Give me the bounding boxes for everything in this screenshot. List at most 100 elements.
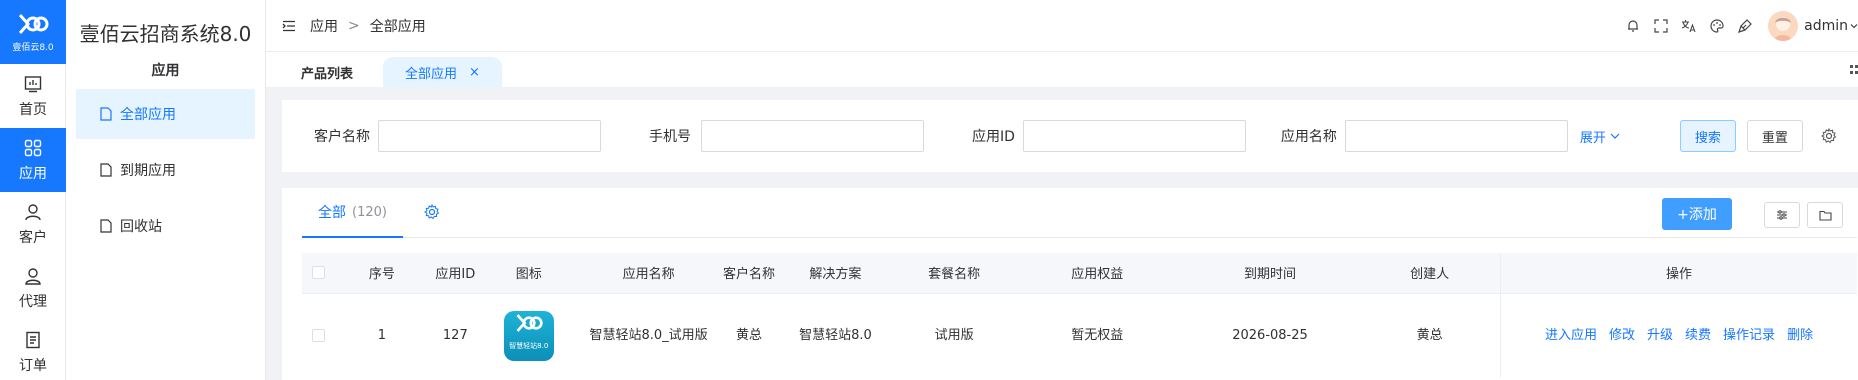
column-header-expire: 到期时间 [1180,253,1360,294]
rail-label: 订单 [19,357,47,374]
chevron-down-icon[interactable] [1850,19,1858,34]
reset-button[interactable]: 重置 [1746,120,1803,152]
document-icon [100,107,112,121]
apps-table-body: 序号 应用ID 图标 应用名称 客户名称 解决方案 套餐名称 应用权益 到期时间… [302,253,1857,378]
rail-label: 首页 [19,101,47,118]
row-checkbox[interactable] [312,329,326,343]
column-header-customer: 客户名称 [722,253,777,294]
document-icon [100,163,112,177]
menu-toggle-icon[interactable] [282,20,296,32]
submenu-item-label: 到期应用 [120,163,176,179]
column-header-solution: 解决方案 [776,253,895,294]
sliders-icon [1777,210,1787,220]
edit-link[interactable]: 修改 [1609,328,1635,343]
page-tabs: 产品列表 全部应用 × [266,52,1858,87]
phone-input[interactable] [701,120,924,152]
column-settings-button[interactable] [1764,202,1800,228]
rail-item-customers[interactable]: 客户 [0,192,66,256]
customer-name-input[interactable] [378,120,601,152]
column-header-rights: 应用权益 [1013,253,1181,294]
breadcrumb-separator: > [348,17,360,34]
app-id-input[interactable] [1022,120,1246,152]
select-all-checkbox[interactable] [312,266,326,280]
table-header-row: 序号 应用ID 图标 应用名称 客户名称 解决方案 套餐名称 应用权益 到期时间… [302,253,1857,294]
folder-icon [1818,210,1832,221]
expand-toggle[interactable]: 展开 [1580,127,1620,146]
submenu-item-recycle-bin[interactable]: 回收站 [76,201,255,251]
list-tab-count: (120) [352,204,387,220]
add-button[interactable]: +添加 [1662,198,1732,230]
system-title: 壹佰云招商系统8.0 [79,21,252,46]
column-header-package: 套餐名称 [894,253,1014,294]
submenu-item-label: 全部应用 [120,107,176,123]
bell-icon[interactable] [1620,13,1646,39]
translate-icon[interactable] [1676,13,1702,39]
rail-item-agents[interactable]: 代理 [0,256,66,320]
cell-app-id: 127 [442,328,468,344]
submenu-item-all-apps[interactable]: 全部应用 [76,89,255,139]
enter-app-link[interactable]: 进入应用 [1545,328,1597,343]
settings-gear-icon[interactable] [1820,128,1837,144]
avatar[interactable] [1768,11,1799,41]
logo-icon [15,12,51,36]
rail-item-orders[interactable]: 订单 [0,320,66,380]
field-label-customer-name: 客户名称 [314,129,370,145]
list-panel: 全部 (120) +添加 序号 应用ID 图标 应用名称 客户名称 解决方案 套… [282,188,1858,380]
app-name-input[interactable] [1344,120,1568,152]
logo[interactable]: 壹佰云8.0 [0,0,66,64]
rail-label: 应用 [19,165,47,182]
more-dots-icon[interactable] [1850,64,1858,76]
column-header-actions: 操作 [1500,253,1857,294]
list-tabs: 全部 (120) +添加 [302,188,1857,238]
cell-app-name: 智慧轻站8.0_试用版 [589,328,708,344]
cell-expire: 2026-08-25 [1232,328,1308,344]
close-icon[interactable]: × [469,65,480,80]
field-label-app-name: 应用名称 [1280,129,1337,145]
list-tab-label: 全部 [318,205,346,221]
column-header-creator: 创建人 [1359,253,1501,294]
tab-settings-gear-icon[interactable] [424,203,440,224]
app-icon-image: 智慧轻站8.0 [503,310,554,361]
column-header-index: 序号 [335,253,429,294]
fullscreen-icon[interactable] [1648,13,1674,39]
user-icon [25,203,41,220]
chevron-down-icon [1610,133,1620,139]
page-tab-all-apps[interactable]: 全部应用 × [383,57,502,87]
cell-solution: 智慧轻站8.0 [799,328,872,344]
palette-icon[interactable] [1704,13,1730,39]
rail-item-home[interactable]: 首页 [0,64,66,128]
submenu-item-label: 回收站 [120,219,162,235]
cell-package: 试用版 [934,328,974,344]
cell-creator: 黄总 [1416,328,1443,344]
operation-log-link[interactable]: 操作记录 [1723,328,1775,343]
clear-cache-icon[interactable] [1732,13,1758,39]
export-folder-button[interactable] [1807,202,1843,228]
breadcrumb: 应用 > 全部应用 [310,16,426,36]
breadcrumb-item[interactable]: 应用 [310,16,338,36]
submenu: 壹佰云招商系统8.0 应用 全部应用 到期应用 回收站 [66,0,266,380]
app-icon-caption: 智慧轻站8.0 [509,342,549,351]
rail-item-apps[interactable]: 应用 [0,128,66,192]
page-tab-product-list[interactable]: 产品列表 [281,57,373,87]
username[interactable]: admin [1804,18,1848,34]
delete-link[interactable]: 删除 [1787,328,1813,343]
search-panel: 客户名称 手机号 应用ID 应用名称 展开 搜索 重置 [282,100,1858,172]
header-actions: admin [1618,0,1858,52]
expand-label: 展开 [1579,130,1606,146]
page-tab-label: 产品列表 [301,66,354,82]
column-header-app-id: 应用ID [428,253,483,294]
list-tab-all[interactable]: 全部 (120) [302,188,403,238]
renew-link[interactable]: 续费 [1685,328,1711,343]
row-select-cell [302,293,335,378]
cell-customer: 黄总 [736,328,763,344]
cell-actions: 进入应用 修改 升级 续费 操作记录 删除 [1500,293,1857,378]
logo-text: 壹佰云8.0 [12,42,54,53]
submenu-item-expired-apps[interactable]: 到期应用 [76,145,255,195]
column-header-app-name: 应用名称 [575,253,723,294]
cell-icon: 智慧轻站8.0 [482,293,575,378]
upgrade-link[interactable]: 升级 [1647,328,1673,343]
table-row: 1 127 智慧轻站8.0 智慧轻站8.0_试用版 黄总 智慧轻站8.0 试用版… [302,293,1857,378]
search-button[interactable]: 搜索 [1679,120,1736,152]
cell-rights: 暂无权益 [1071,328,1124,344]
page-tab-label: 全部应用 [405,66,458,82]
